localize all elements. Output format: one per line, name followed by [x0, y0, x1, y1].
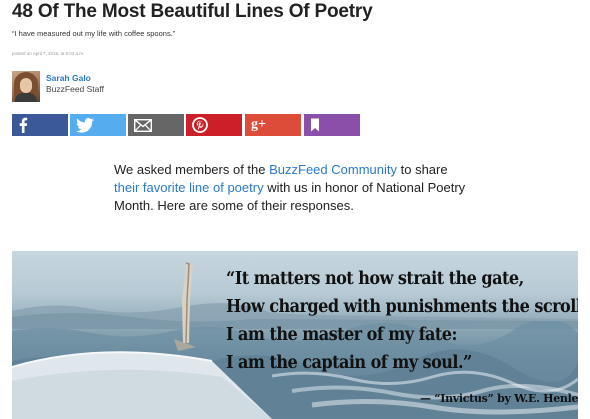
- buzzfeed-community-link[interactable]: BuzzFeed Community: [269, 162, 397, 177]
- poem-image: “It matters not how strait the gate, How…: [12, 251, 578, 419]
- intro-text: to share: [397, 162, 448, 177]
- twitter-icon: [76, 117, 94, 133]
- poem-line: I am the master of my fate:: [226, 325, 457, 345]
- author-role: BuzzFeed Staff: [46, 84, 104, 94]
- share-google-plus-button[interactable]: g+: [245, 114, 301, 136]
- intro-text: We asked members of the: [114, 162, 270, 177]
- bookmark-button[interactable]: [304, 114, 360, 136]
- share-facebook-button[interactable]: [12, 114, 68, 136]
- article-title: 48 Of The Most Beautiful Lines Of Poetry: [12, 1, 373, 22]
- bookmark-icon: [311, 118, 319, 132]
- poem-attribution: — “Invictus” by W.E. Henley: [420, 392, 578, 405]
- article-subtitle: “I have measured out my life with coffee…: [12, 29, 176, 38]
- author-name-link[interactable]: Sarah Galo: [46, 73, 91, 83]
- poem-line: “It matters not how strait the gate,: [226, 269, 524, 289]
- google-plus-icon: g+: [251, 117, 266, 132]
- share-email-button[interactable]: [128, 114, 184, 136]
- poem-quote: “It matters not how strait the gate, How…: [226, 265, 578, 377]
- poem-line: How charged with punishments the scroll,: [226, 297, 578, 317]
- favorite-poetry-link[interactable]: their favorite line of poetry: [114, 180, 264, 195]
- intro-paragraph: We asked members of the BuzzFeed Communi…: [114, 161, 466, 215]
- author-avatar[interactable]: [12, 71, 40, 102]
- facebook-icon: [19, 117, 28, 133]
- email-icon: [134, 118, 152, 132]
- share-pinterest-button[interactable]: [186, 114, 242, 136]
- share-twitter-button[interactable]: [70, 114, 126, 136]
- pinterest-icon: [192, 117, 208, 133]
- poem-line: I am the captain of my soul.”: [226, 353, 472, 373]
- posted-timestamp: posted on April 7, 2015, at 9:03 a.m.: [12, 51, 85, 56]
